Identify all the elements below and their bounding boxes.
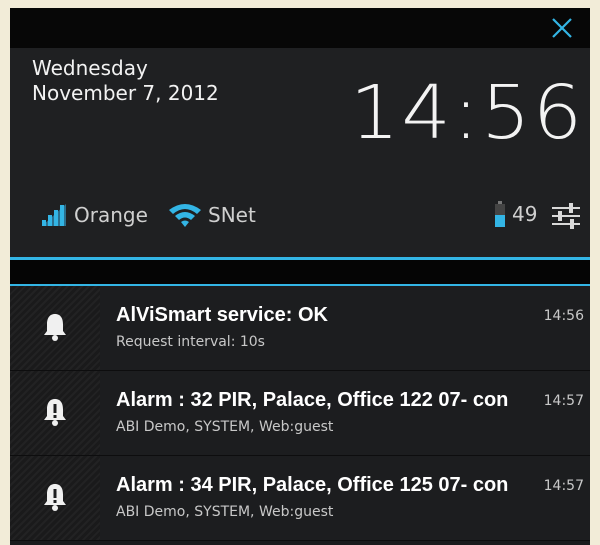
notification-subtitle: ABI Demo, SYSTEM, Web:guest (116, 419, 334, 435)
date-label: November 7, 2012 (32, 81, 219, 105)
wifi-indicator[interactable]: SNet (168, 202, 256, 228)
notification-subtitle: ABI Demo, SYSTEM, Web:guest (116, 504, 334, 520)
divider-gap (10, 260, 590, 285)
wifi-label: SNet (208, 203, 256, 227)
carrier-indicator[interactable]: Orange (40, 202, 148, 228)
notification-item[interactable]: AlViSmart service: OK Request interval: … (10, 286, 590, 371)
settings-sliders-icon (552, 203, 580, 229)
close-icon (552, 18, 572, 38)
carrier-label: Orange (74, 203, 148, 227)
notification-time: 14:57 (543, 393, 584, 409)
status-row: Orange SNet 49 (10, 196, 590, 236)
battery-icon (495, 201, 505, 227)
alarm-bell-icon (44, 399, 66, 426)
wifi-icon (169, 204, 201, 227)
top-bar (10, 8, 590, 48)
quick-settings-button[interactable] (550, 200, 582, 232)
close-button[interactable] (548, 14, 576, 42)
notification-time: 14:56 (543, 308, 584, 324)
notification-shade: Wednesday November 7, 2012 14:56 Orange (10, 8, 590, 545)
notification-item[interactable]: Alarm : 34 PIR, Palace, Office 125 07- c… (10, 456, 590, 541)
notification-item[interactable]: Alarm : 32 PIR, Palace, Office 122 07- c… (10, 371, 590, 456)
battery-level: 49 (512, 202, 538, 226)
notification-icon-cell (10, 286, 100, 370)
notification-title: Alarm : 32 PIR, Palace, Office 122 07- c… (116, 389, 509, 411)
notification-icon-cell (10, 371, 100, 455)
notification-time: 14:57 (543, 478, 584, 494)
signal-icon (42, 204, 66, 226)
date-time-header: Wednesday November 7, 2012 14:56 Orange (10, 48, 590, 258)
notification-title: AlViSmart service: OK (116, 304, 328, 326)
alarm-bell-icon (44, 484, 66, 511)
clock: 14:56 (349, 70, 584, 156)
notification-icon-cell (10, 456, 100, 540)
battery-indicator: 49 (494, 200, 537, 228)
notification-subtitle: Request interval: 10s (116, 334, 265, 350)
day-label: Wednesday (32, 56, 148, 80)
bell-icon (44, 314, 66, 341)
notification-title: Alarm : 34 PIR, Palace, Office 125 07- c… (116, 474, 509, 496)
